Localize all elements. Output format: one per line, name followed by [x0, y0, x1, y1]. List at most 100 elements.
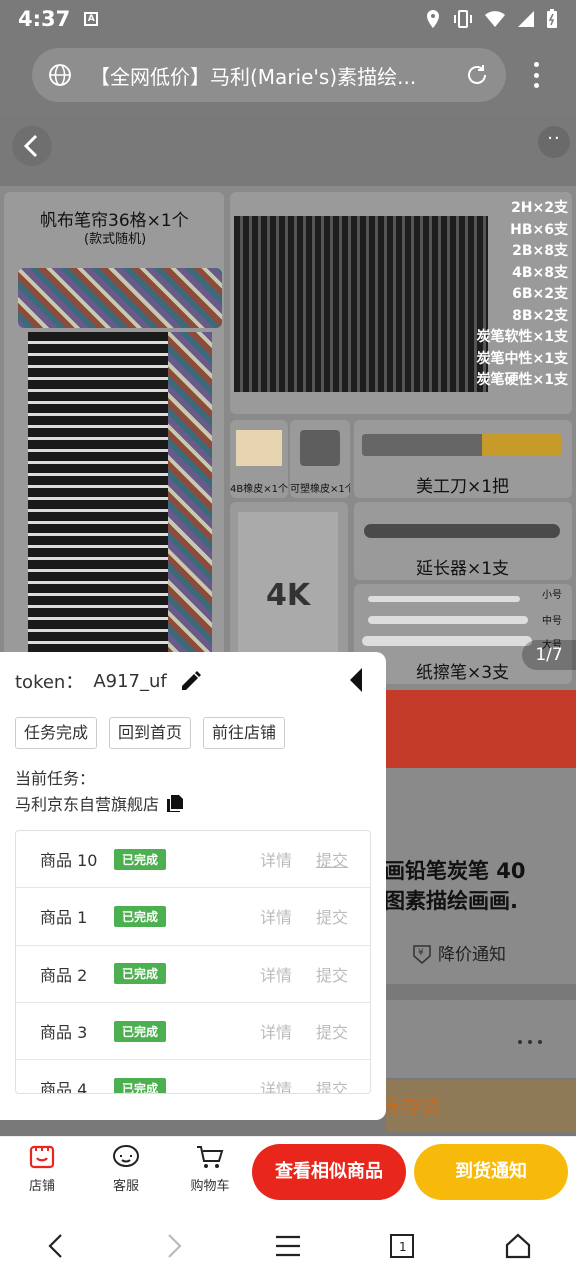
eraser-kneaded-image: [300, 430, 340, 466]
price-tag-icon: ¥: [413, 944, 431, 964]
status-time: 4:37: [18, 7, 71, 31]
task-complete-button[interactable]: 任务完成: [15, 717, 98, 749]
task-overlay-panel: token： A917_uf 任务完成 回到首页 前往店铺 当前任务： 马利京东…: [0, 652, 386, 1120]
item-submit-link[interactable]: 提交: [316, 847, 348, 871]
pencil-roll-panel: 帆布笔帘36格×1个 (款式随机): [4, 192, 224, 684]
page-title: 【全网低价】马利(Marie's)素描绘...: [90, 64, 417, 89]
item-name: 商品 3: [40, 1023, 88, 1043]
list-item: 商品 2 已完成 详情 提交: [16, 946, 370, 1003]
back-home-button[interactable]: 回到首页: [109, 717, 192, 749]
item-submit-link[interactable]: 提交: [316, 904, 348, 928]
item-submit-link[interactable]: 提交: [316, 1076, 348, 1093]
more-icon[interactable]: ··: [538, 126, 570, 158]
cart-label: 购物车: [190, 1179, 230, 1194]
cart-icon: [197, 1146, 224, 1168]
status-badge: 已完成: [114, 1020, 167, 1042]
specs-card: [386, 1000, 576, 1078]
edit-pencil-icon[interactable]: [179, 669, 203, 693]
product-title-line1: 画铅笔炭笔 40: [384, 859, 526, 883]
pager-dots: [518, 1040, 542, 1044]
product-title-line2: 图素描绘画画.: [384, 889, 518, 913]
price-notify-label: 降价通知: [438, 945, 506, 965]
spec-item: 炭笔硬性×1支: [476, 372, 568, 388]
status-badge: 已完成: [114, 905, 167, 927]
item-name: 商品 1: [40, 908, 88, 928]
product-image[interactable]: 帆布笔帘36格×1个 (款式随机) 2H×2支 HB×6支 2B×8支 4B×8…: [0, 186, 576, 690]
shop-button[interactable]: 店铺: [12, 1143, 72, 1194]
roll-side: [168, 332, 212, 672]
item-detail-link[interactable]: 详情: [260, 904, 292, 928]
promo-banner: [386, 690, 576, 768]
current-task-name-row: 马利京东自营旗舰店: [15, 791, 185, 815]
status-bar: 4:37 A: [0, 0, 576, 38]
task-item-list[interactable]: 商品 10 已完成 详情 提交 商品 1 已完成 详情 提交 商品 2 已完成 …: [15, 830, 371, 1094]
spec-list: 2H×2支 HB×6支 2B×8支 4B×8支 6B×2支 8B×2支 炭笔软性…: [468, 198, 568, 392]
roll-top: [18, 268, 222, 328]
location-icon: [427, 10, 439, 28]
pencils-panel: 2H×2支 HB×6支 2B×8支 4B×8支 6B×2支 8B×2支 炭笔软性…: [230, 192, 572, 414]
extender-label: 延长器×1支: [416, 559, 510, 579]
collapse-panel-icon[interactable]: [346, 666, 366, 694]
eraser-4b-panel: 4B橡皮×1个: [230, 420, 288, 498]
token-row: token： A917_uf: [15, 668, 203, 694]
knife-label: 美工刀×1把: [416, 477, 510, 497]
item-detail-link[interactable]: 详情: [260, 1019, 292, 1043]
url-bar[interactable]: 【全网低价】马利(Marie's)素描绘...: [32, 48, 506, 102]
system-nav-bar: 1: [0, 1212, 576, 1280]
eraser-kneaded-label: 可塑橡皮×1个: [290, 484, 350, 495]
overflow-menu-icon[interactable]: [522, 58, 550, 92]
shop-label: 店铺: [28, 1179, 55, 1194]
reload-icon[interactable]: [464, 62, 490, 88]
customer-service-icon: [113, 1145, 139, 1167]
cart-button[interactable]: 购物车: [180, 1143, 240, 1194]
stump-label: 纸擦笔×3支: [416, 663, 510, 683]
view-similar-button[interactable]: 查看相似商品: [252, 1144, 406, 1200]
copy-icon[interactable]: [165, 793, 185, 813]
arrival-notify-button[interactable]: 到货通知: [414, 1144, 568, 1200]
status-badge: 已完成: [114, 848, 167, 870]
paper-size-label: 4K: [266, 578, 311, 613]
overlay-button-row: 任务完成 回到首页 前往店铺: [15, 717, 286, 749]
knife-panel: 美工刀×1把: [354, 420, 572, 498]
list-item: 商品 3 已完成 详情 提交: [16, 1003, 370, 1061]
spec-item: 6B×2支: [512, 286, 568, 302]
item-detail-link[interactable]: 详情: [260, 962, 292, 986]
nav-menu-icon[interactable]: [268, 1230, 308, 1262]
spec-item: HB×6支: [510, 221, 568, 238]
item-submit-link[interactable]: 提交: [316, 1019, 348, 1043]
nav-back-icon[interactable]: [36, 1230, 76, 1262]
back-arrow-icon[interactable]: [12, 126, 52, 166]
svg-text:¥: ¥: [418, 948, 424, 958]
globe-icon: [49, 64, 71, 86]
stock-status: 无存货: [384, 1096, 442, 1118]
token-label: token：: [15, 672, 84, 693]
item-detail-link[interactable]: 详情: [260, 1076, 292, 1093]
notification-icon: A: [84, 12, 99, 26]
nav-forward-icon[interactable]: [154, 1230, 194, 1262]
shop-icon: [29, 1145, 55, 1169]
status-badge: 已完成: [114, 1077, 167, 1093]
item-submit-link[interactable]: 提交: [316, 962, 348, 986]
knife-image: [362, 434, 562, 456]
item-detail-link[interactable]: 详情: [260, 847, 292, 871]
price-notify[interactable]: ¥ 降价通知: [412, 940, 506, 965]
service-button[interactable]: 客服: [96, 1143, 156, 1194]
current-task-name: 马利京东自营旗舰店: [15, 795, 160, 814]
list-item: 商品 4 已完成 详情 提交: [16, 1060, 370, 1094]
nav-tabs-icon[interactable]: 1: [382, 1230, 422, 1262]
nav-home-icon[interactable]: [498, 1230, 538, 1262]
product-title: 画铅笔炭笔 40 图素描绘画画.: [384, 856, 576, 916]
item-name: 商品 2: [40, 965, 88, 985]
stump-medium: [368, 616, 528, 624]
spec-item: 2H×2支: [511, 200, 568, 216]
stump-large: [362, 636, 532, 646]
token-value: A917_uf: [93, 670, 167, 692]
go-store-button[interactable]: 前往店铺: [203, 717, 286, 749]
pencil-set: [234, 216, 488, 392]
eraser-4b-label: 4B橡皮×1个: [230, 484, 288, 495]
item-name: 商品 4: [40, 1080, 88, 1094]
wifi-icon: [485, 11, 505, 27]
browser-toolbar: 【全网低价】马利(Marie's)素描绘...: [0, 38, 576, 116]
stump-size-medium: 中号: [542, 616, 562, 627]
bottom-action-bar: 店铺 客服 购物车 查看相似商品 到货通知: [0, 1136, 576, 1212]
